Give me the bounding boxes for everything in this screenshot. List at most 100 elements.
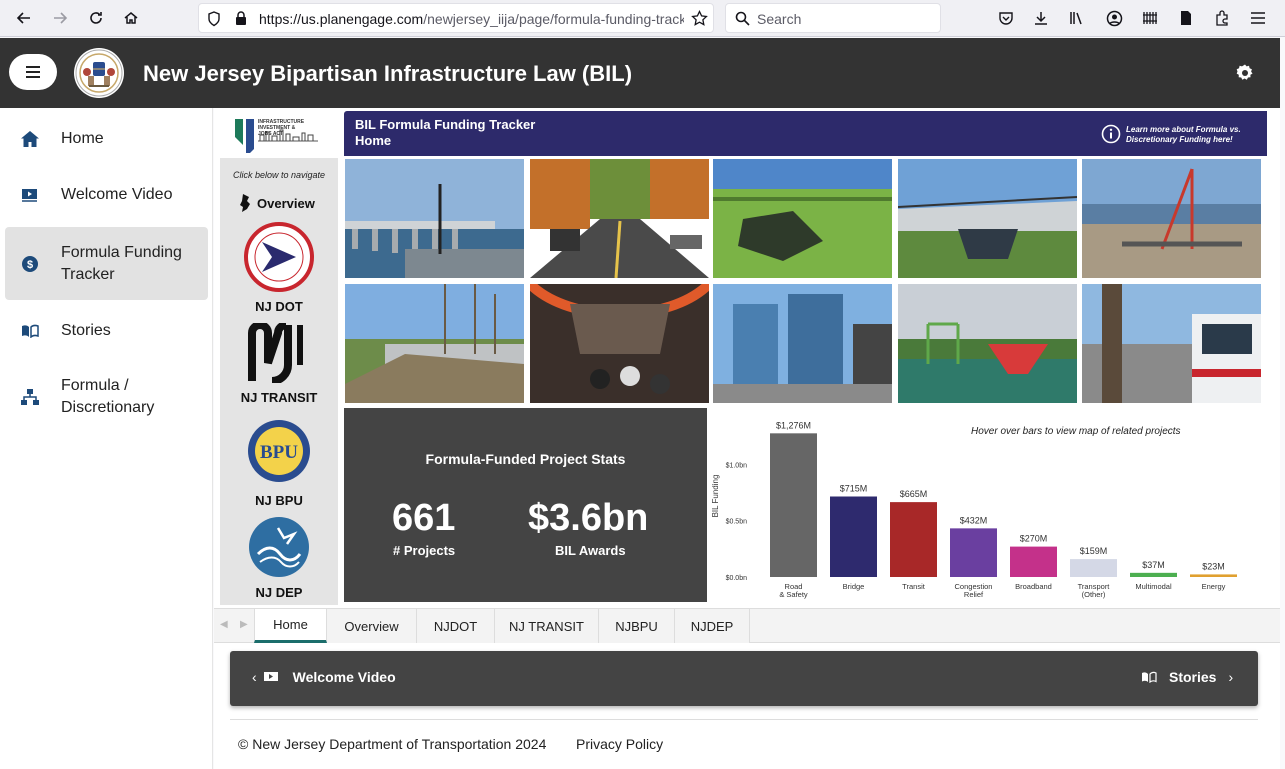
shield-icon[interactable]	[207, 11, 221, 32]
gear-icon[interactable]	[1235, 63, 1255, 83]
sidebar-item-welcome-video[interactable]: Welcome Video	[5, 177, 208, 213]
tab-scroll-left-icon[interactable]: ◀	[220, 619, 228, 630]
home-icon	[5, 130, 55, 148]
url-bar[interactable]: https://us.planengage.com/newjersey_iija…	[198, 3, 714, 33]
y-tick-label: $0.5bn	[726, 519, 748, 526]
browser-search-input[interactable]: Search	[725, 3, 941, 33]
lock-icon[interactable]	[234, 10, 248, 31]
book-icon	[1142, 671, 1157, 683]
bar-value-label: $432M	[960, 515, 988, 525]
account-icon[interactable]	[1104, 8, 1124, 28]
banner-title: BIL Formula Funding Tracker	[355, 117, 536, 132]
reader-icon[interactable]	[1176, 8, 1196, 28]
url-path: /newjersey_iija/page/formula-funding-tra…	[423, 11, 684, 27]
x-tick-label: Multimodal	[1135, 582, 1172, 591]
org-navigation-panel: INFRASTRUCTURE INVESTMENT & JOBS ACT Cli…	[220, 111, 338, 605]
url-host: https://us.planengage.com	[259, 11, 424, 27]
photo-playground	[898, 284, 1077, 403]
book-icon	[5, 324, 55, 338]
reload-icon[interactable]	[84, 7, 108, 29]
app-title: New Jersey Bipartisan Infrastructure Law…	[143, 61, 633, 86]
chevron-left-icon: ‹	[252, 669, 257, 685]
njdep-logo[interactable]	[248, 516, 310, 578]
photo-green-field-basin	[713, 159, 892, 278]
navigate-hint: Click below to navigate	[232, 170, 326, 180]
sidebar-item-formula-discretionary[interactable]: Formula / Discretionary	[5, 371, 208, 423]
njdot-logo[interactable]	[244, 222, 314, 292]
sidebar-item-label: Home	[61, 130, 104, 147]
pocket-icon[interactable]	[996, 8, 1016, 28]
x-tick-label: Bridge	[843, 582, 865, 591]
chart-bar[interactable]	[770, 433, 817, 577]
tab-njdep[interactable]: NJDEP	[675, 609, 750, 643]
bookmark-star-icon[interactable]	[691, 9, 708, 32]
njtransit-logo[interactable]	[248, 321, 308, 385]
org-label-njdep: NJ DEP	[255, 585, 303, 600]
photo-bridge-overpass	[898, 159, 1077, 278]
funding-bar-chart: Hover over bars to view map of related p…	[707, 408, 1267, 602]
nj-state-shape-icon	[240, 194, 250, 212]
sidebar-item-home[interactable]: Home	[5, 121, 208, 157]
tab-home[interactable]: Home	[254, 609, 327, 643]
svg-text:JOBS ACT: JOBS ACT	[258, 131, 283, 137]
x-tick-label: Relief	[964, 590, 984, 599]
banner-subtitle: Home	[355, 133, 392, 148]
overview-link[interactable]: Overview	[238, 193, 315, 213]
projects-count: 661	[392, 497, 456, 539]
forward-icon[interactable]	[48, 7, 72, 29]
sidebar-item-stories[interactable]: Stories	[5, 313, 208, 349]
app-header: New Jersey Bipartisan Infrastructure Law…	[0, 38, 1280, 108]
x-tick-label: Transit	[902, 582, 926, 591]
tab-njdot[interactable]: NJDOT	[417, 609, 495, 643]
bar-value-label: $665M	[900, 489, 928, 499]
formula-vs-discretionary-link[interactable]: Learn more about Formula vs. Discretiona…	[1126, 125, 1256, 145]
org-label-njtransit: NJ TRANSIT	[240, 390, 318, 405]
tab-scroll-right-icon[interactable]: ▶	[240, 619, 248, 630]
bar-value-label: $37M	[1142, 560, 1165, 570]
footer-divider	[230, 719, 1258, 720]
nj-state-seal-logo	[74, 48, 124, 98]
hamburger-icon	[26, 66, 40, 78]
org-label-njbpu: NJ BPU	[255, 493, 303, 508]
home-browser-icon[interactable]	[119, 7, 143, 29]
video-icon	[5, 188, 55, 202]
chart-bar[interactable]	[1190, 574, 1237, 577]
library-icon[interactable]	[1067, 8, 1087, 28]
chart-bar[interactable]	[1010, 546, 1057, 577]
menu-icon[interactable]	[1248, 8, 1268, 28]
next-page-button[interactable]: Stories ›	[1141, 669, 1233, 685]
privacy-policy-link[interactable]: Privacy Policy	[576, 736, 663, 752]
photo-port-construction	[1082, 159, 1261, 278]
chart-bar[interactable]	[1130, 572, 1177, 577]
photo-bridge-causeway	[345, 159, 524, 278]
search-icon	[735, 11, 750, 31]
prev-page-button[interactable]: ‹ Welcome Video	[252, 669, 396, 685]
hamburger-menu-button[interactable]	[9, 54, 57, 90]
back-icon[interactable]	[12, 7, 36, 29]
tab-overview[interactable]: Overview	[327, 609, 417, 643]
dollar-icon: $	[5, 255, 55, 273]
sidebar-item-formula-funding-tracker[interactable]: $ Formula Funding Tracker	[5, 227, 208, 300]
tracker-banner: BIL Formula Funding Tracker Home Learn m…	[344, 111, 1267, 156]
bar-value-label: $23M	[1202, 561, 1225, 571]
y-tick-label: $0.0bn	[726, 575, 748, 582]
url-text: https://us.planengage.com/newjersey_iija…	[259, 11, 684, 27]
info-icon[interactable]	[1101, 124, 1121, 144]
hierarchy-icon	[5, 388, 55, 406]
page-pager: ‹ Welcome Video Stories ›	[230, 651, 1258, 706]
extensions-icon[interactable]	[1212, 8, 1232, 28]
page-tabs: ◀ ▶ Home Overview NJDOT NJ TRANSIT NJBPU…	[214, 608, 1280, 643]
y-tick-label: $1.0bn	[726, 462, 748, 469]
chart-bar[interactable]	[950, 528, 997, 577]
chart-bar[interactable]	[830, 496, 877, 577]
tab-njbpu[interactable]: NJBPU	[599, 609, 675, 643]
extension-grid-icon[interactable]	[1140, 8, 1160, 28]
njbpu-logo[interactable]: BPU	[247, 419, 311, 483]
awards-total: $3.6bn	[528, 497, 649, 539]
download-icon[interactable]	[1031, 8, 1051, 28]
y-axis-title: BIL Funding	[711, 475, 720, 518]
tab-nj-transit[interactable]: NJ TRANSIT	[495, 609, 599, 643]
chart-bar[interactable]	[890, 502, 937, 577]
chart-bar[interactable]	[1070, 559, 1117, 577]
bar-value-label: $715M	[840, 483, 868, 493]
